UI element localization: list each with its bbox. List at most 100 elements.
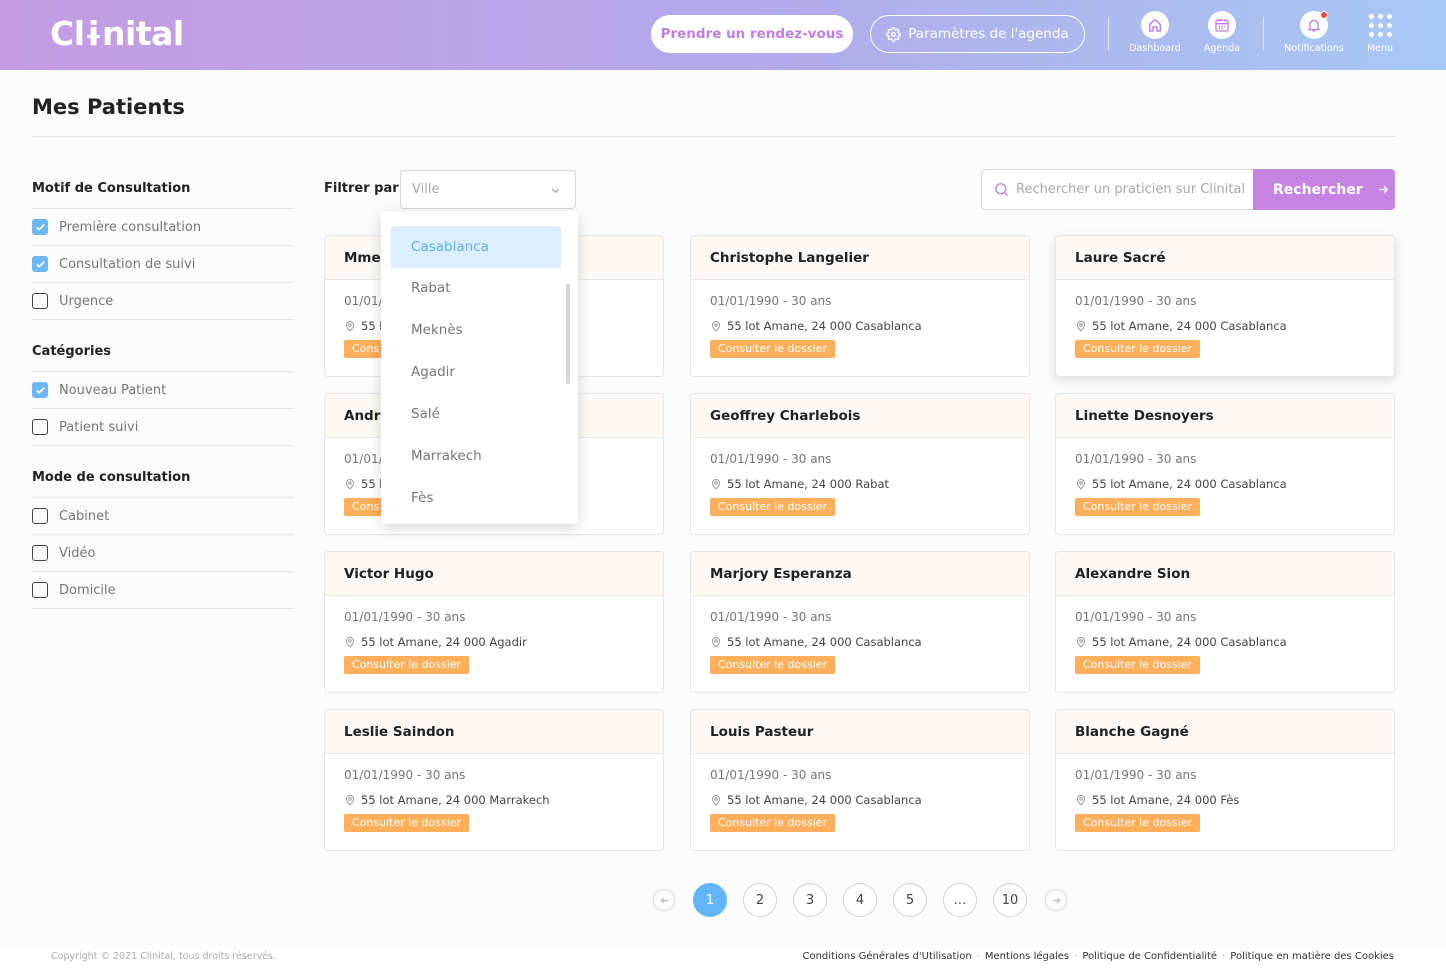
consult-file-button[interactable]: Consulter le dossier <box>1075 814 1201 832</box>
patient-dob: 01/01/1990 - 30 ans <box>710 452 832 466</box>
consult-file-button[interactable]: Consulter le dossier <box>710 340 836 358</box>
location-pin-icon <box>1076 637 1086 648</box>
checkbox-nouveau-patient[interactable]: Nouveau Patient <box>32 372 294 409</box>
nav-agenda[interactable]: Agenda <box>1187 11 1257 54</box>
footer-link-privacy[interactable]: Politique de Confidentialité <box>1082 951 1217 962</box>
consult-file-button[interactable]: Consulter le dossier <box>344 814 470 832</box>
agenda-settings-label: Paramètres de l'agenda <box>908 26 1069 42</box>
practitioner-search-input[interactable]: Rechercher un praticien sur Clinital <box>981 169 1253 210</box>
city-option-casablanca[interactable]: Casablanca <box>391 226 561 268</box>
patient-address: 55 l <box>361 477 383 491</box>
location-pin-icon <box>711 321 721 332</box>
checkbox-domicile[interactable]: Domicile <box>32 572 294 609</box>
page-title: Mes Patients <box>32 95 185 119</box>
patient-dob: 01/01/1990 - 30 ans <box>710 768 832 782</box>
checkbox-patient-suivi[interactable]: Patient suivi <box>32 409 294 446</box>
nav-notifications[interactable]: Notifications <box>1279 11 1349 54</box>
checkbox-video[interactable]: Vidéo <box>32 535 294 572</box>
checkbox-unchecked-icon[interactable] <box>32 419 48 435</box>
consult-file-button[interactable]: Consulter le dossier <box>1075 340 1201 358</box>
book-appointment-button[interactable]: Prendre un rendez-vous <box>651 15 853 53</box>
checkbox-premiere-consultation[interactable]: Première consultation <box>32 209 294 246</box>
patient-address: 55 l <box>361 319 383 333</box>
city-option-agadir[interactable]: Agadir <box>391 351 561 393</box>
gear-icon <box>886 26 902 42</box>
pagination-page[interactable]: 2 <box>743 883 777 917</box>
checkbox-unchecked-icon[interactable] <box>32 545 48 561</box>
checkbox-unchecked-icon[interactable] <box>32 508 48 524</box>
nav-menu[interactable]: Menu <box>1345 11 1415 54</box>
consult-file-button[interactable]: Consulter le dossier <box>710 498 836 516</box>
copyright-text: Copyright © 2021 Clinital, tous droits r… <box>51 951 277 962</box>
city-option-sale[interactable]: Salé <box>391 393 561 435</box>
checkbox-label: Patient suivi <box>59 419 139 435</box>
patient-dob: 01/01/1990 - 30 ans <box>710 294 832 308</box>
calendar-icon <box>1215 19 1229 32</box>
patient-name: Marjory Esperanza <box>691 552 1029 596</box>
pagination-prev-button[interactable] <box>653 889 675 911</box>
pagination-next-button[interactable] <box>1045 889 1067 911</box>
patient-dob: 01/01/1990 - 30 ans <box>1075 610 1197 624</box>
location-pin-icon <box>711 479 721 490</box>
nav-notifications-label: Notifications <box>1284 43 1344 54</box>
notification-badge <box>1320 11 1328 19</box>
pagination-page[interactable]: 4 <box>843 883 877 917</box>
city-option-fes[interactable]: Fès <box>391 477 561 519</box>
consult-file-button[interactable]: Consulter le dossier <box>710 814 836 832</box>
consult-file-button[interactable]: Consulter le dossier <box>710 656 836 674</box>
location-pin-icon <box>711 637 721 648</box>
location-pin-icon <box>345 637 355 648</box>
footer-link-cgu[interactable]: Conditions Générales d'Utilisation <box>802 951 971 962</box>
patient-address: 55 lot Amane, 24 000 Casablanca <box>1092 319 1287 333</box>
nav-dashboard-label: Dashboard <box>1129 43 1181 54</box>
city-option-rabat[interactable]: Rabat <box>391 267 561 309</box>
city-option-meknes[interactable]: Meknès <box>391 309 561 351</box>
checkbox-unchecked-icon[interactable] <box>32 582 48 598</box>
checkbox-checked-icon[interactable] <box>32 256 48 272</box>
city-select[interactable]: Ville <box>400 170 576 209</box>
dropdown-scrollbar[interactable] <box>566 284 570 384</box>
city-dropdown-menu: Casablanca Rabat Meknès Agadir Salé Marr… <box>381 211 578 524</box>
patient-address: 55 lot Amane, 24 000 Fès <box>1092 793 1240 807</box>
filter-section-motif: Motif de Consultation Première consultat… <box>32 180 294 320</box>
patient-card: Leslie Saindon 01/01/1990 - 30 ans 55 lo… <box>324 709 664 851</box>
checkbox-consultation-suivi[interactable]: Consultation de suivi <box>32 246 294 283</box>
pagination-page[interactable]: 3 <box>793 883 827 917</box>
nav-dashboard[interactable]: Dashboard <box>1120 11 1190 54</box>
location-pin-icon <box>345 479 355 490</box>
patient-card: Christophe Langelier 01/01/1990 - 30 ans… <box>690 235 1030 377</box>
footer-links: Conditions Générales d'Utilisation · Men… <box>802 951 1394 962</box>
checkbox-checked-icon[interactable] <box>32 382 48 398</box>
agenda-settings-button[interactable]: Paramètres de l'agenda <box>870 15 1085 53</box>
pagination-ellipsis: ... <box>943 883 977 917</box>
pagination-page[interactable]: 1 <box>693 883 727 917</box>
location-pin-icon <box>1076 479 1086 490</box>
consult-file-button[interactable]: Consulter le dossier <box>344 656 470 674</box>
clinital-logo[interactable]: Clɨnital <box>50 14 184 53</box>
checkbox-checked-icon[interactable] <box>32 219 48 235</box>
checkbox-unchecked-icon[interactable] <box>32 293 48 309</box>
checkbox-cabinet[interactable]: Cabinet <box>32 498 294 535</box>
pagination-page[interactable]: 10 <box>993 883 1027 917</box>
bell-icon <box>1308 19 1320 32</box>
pagination-page[interactable]: 5 <box>893 883 927 917</box>
patient-address: 55 lot Amane, 24 000 Casablanca <box>1092 635 1287 649</box>
consult-file-button[interactable]: Consulter le dossier <box>1075 498 1201 516</box>
location-pin-icon <box>711 795 721 806</box>
footer-link-cookies[interactable]: Politique en matière des Cookies <box>1230 951 1394 962</box>
footer-link-mentions[interactable]: Mentions légales <box>985 951 1069 962</box>
filter-section-title: Mode de consultation <box>32 469 294 498</box>
search-button[interactable]: Rechercher <box>1253 169 1395 210</box>
patient-dob: 01/01/1990 - 30 ans <box>1075 768 1197 782</box>
patient-name: Leslie Saindon <box>325 710 663 754</box>
location-pin-icon <box>345 321 355 332</box>
checkbox-urgence[interactable]: Urgence <box>32 283 294 320</box>
consult-file-button[interactable]: Consulter le dossier <box>1075 656 1201 674</box>
footer-separator: · <box>976 951 980 962</box>
checkbox-label: Première consultation <box>59 219 202 235</box>
patient-dob: 01/01/1990 - 30 ans <box>344 610 466 624</box>
nav-agenda-label: Agenda <box>1203 43 1241 54</box>
title-divider <box>32 136 1395 137</box>
city-option-marrakech[interactable]: Marrakech <box>391 435 561 477</box>
filter-label: Filtrer par <box>324 181 399 196</box>
